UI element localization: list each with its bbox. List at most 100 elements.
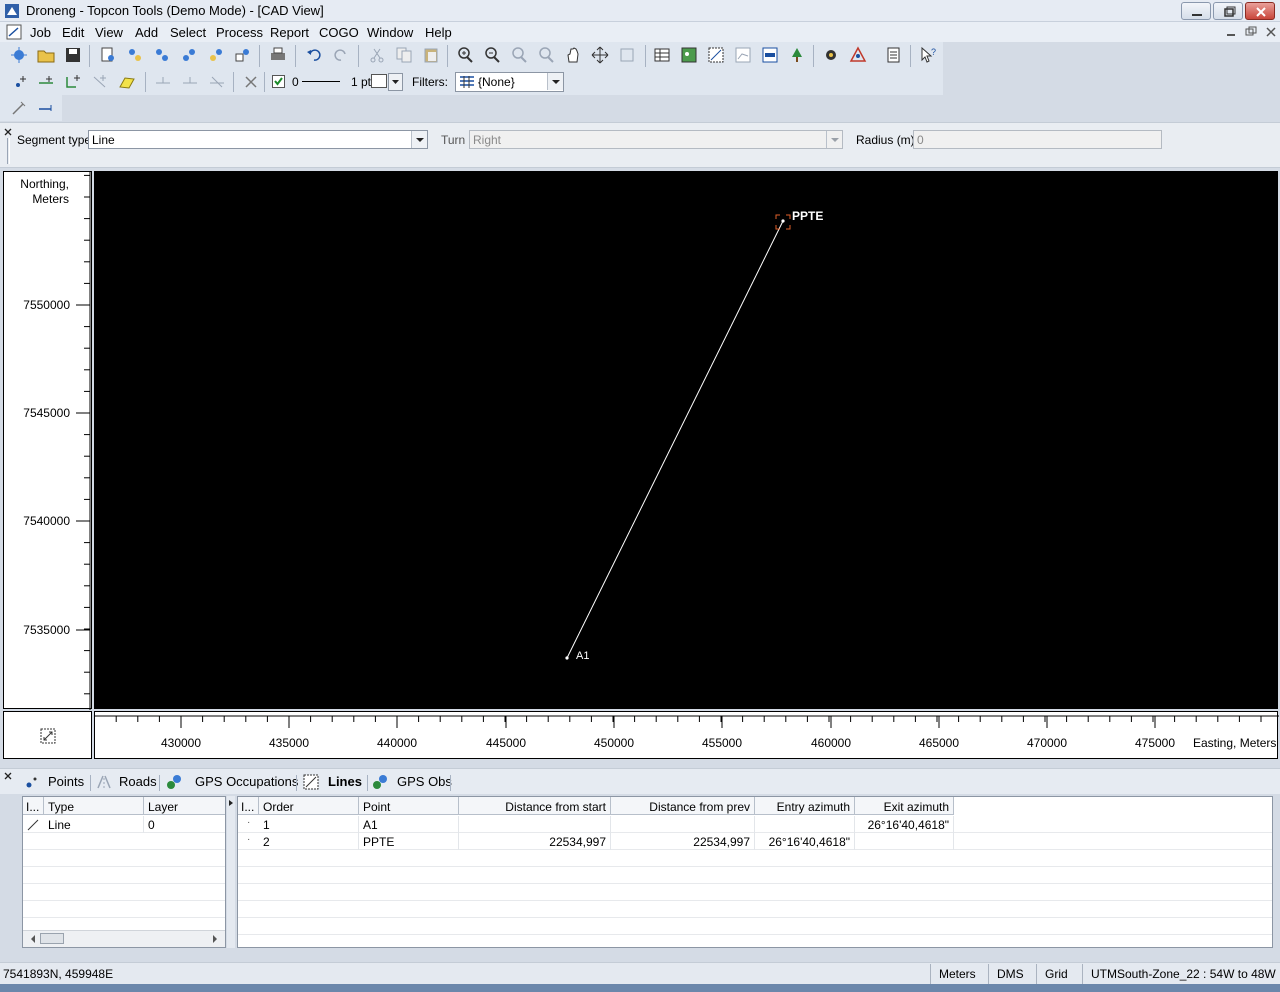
add-line-icon[interactable]: [37, 73, 55, 91]
delete-icon[interactable]: [242, 73, 260, 91]
redo-icon[interactable]: [332, 46, 350, 64]
open-folder-icon[interactable]: [37, 46, 55, 64]
menu-edit[interactable]: Edit: [62, 25, 84, 40]
restore-button[interactable]: [1213, 2, 1243, 20]
line-width-dropdown[interactable]: [388, 73, 403, 91]
paste-icon[interactable]: [422, 46, 440, 64]
menu-job[interactable]: Job: [30, 25, 51, 40]
tab-lines[interactable]: Lines: [303, 773, 365, 793]
mdi-minimize-icon[interactable]: [1223, 25, 1239, 39]
table-row[interactable]: Line 0: [23, 816, 225, 833]
horizontal-scrollbar[interactable]: [23, 930, 225, 947]
scrollbar-thumb[interactable]: [40, 933, 64, 944]
turn-dropdown-arrow[interactable]: [826, 131, 842, 148]
add-point-icon[interactable]: [12, 73, 30, 91]
seg-col-exit-az[interactable]: Exit azimuth: [855, 797, 954, 815]
menu-help[interactable]: Help: [425, 25, 452, 40]
add-polygon-icon[interactable]: [118, 73, 136, 91]
tab-gps-obs[interactable]: GPS Obs: [372, 773, 452, 793]
seg-col-icon[interactable]: I...: [238, 797, 259, 815]
import-tps-icon[interactable]: [153, 46, 171, 64]
line-color-swatch[interactable]: [371, 74, 387, 88]
minimize-button[interactable]: [1181, 2, 1211, 20]
add-polyline-icon[interactable]: [64, 73, 82, 91]
units-indicator[interactable]: Meters: [930, 964, 984, 984]
turn-select[interactable]: Right: [469, 130, 843, 149]
cad-view-icon[interactable]: [707, 46, 725, 64]
tab-gps-occupations[interactable]: GPS Occupations: [166, 773, 298, 793]
radius-input[interactable]: 0: [913, 130, 1162, 149]
tab-points[interactable]: Points: [24, 773, 90, 793]
segment-type-dropdown-arrow[interactable]: [411, 131, 427, 148]
tabular-view-icon[interactable]: [653, 46, 671, 64]
save-icon[interactable]: [64, 46, 82, 64]
zoom-out-icon[interactable]: [483, 46, 501, 64]
occupation-view-icon[interactable]: [734, 46, 752, 64]
cut-icon[interactable]: [368, 46, 386, 64]
close-pane-icon[interactable]: [3, 771, 13, 781]
zoom-extents-corner-icon[interactable]: [40, 728, 56, 744]
zoom-all-icon[interactable]: [618, 46, 636, 64]
filter-dropdown-arrow[interactable]: [547, 73, 563, 90]
tab-roads[interactable]: Roads: [96, 773, 158, 793]
context-help-icon[interactable]: ?: [919, 46, 937, 64]
splitter[interactable]: [227, 796, 235, 948]
tree-view-icon[interactable]: [788, 46, 806, 64]
edit-line-icon[interactable]: [10, 99, 28, 117]
import-icon[interactable]: [99, 46, 117, 64]
scroll-right-icon[interactable]: [208, 932, 222, 946]
export-gps-icon[interactable]: [207, 46, 225, 64]
pan-hand-icon[interactable]: [564, 46, 582, 64]
segment-line[interactable]: [566, 220, 784, 659]
cad-drawing[interactable]: A1 PPTE: [94, 171, 1278, 709]
join-line-icon[interactable]: [181, 73, 199, 91]
close-button[interactable]: [1245, 2, 1275, 20]
adjust-icon[interactable]: [849, 46, 867, 64]
line-style-sample[interactable]: [302, 81, 340, 82]
menu-process[interactable]: Process: [216, 25, 263, 40]
properties-icon[interactable]: [885, 46, 903, 64]
menu-window[interactable]: Window: [367, 25, 413, 40]
point-ppte-marker[interactable]: [781, 219, 785, 223]
table-row[interactable]: · 2 PPTE 22534,997 22534,997 26°16'40,46…: [238, 833, 1272, 850]
menu-report[interactable]: Report: [270, 25, 309, 40]
menu-view[interactable]: View: [95, 25, 123, 40]
import-gps-icon[interactable]: [126, 46, 144, 64]
menu-cogo[interactable]: COGO: [319, 25, 359, 40]
filter-select[interactable]: {None}: [455, 72, 564, 92]
angle-format-indicator[interactable]: DMS: [988, 964, 1032, 984]
close-panel-icon[interactable]: [3, 127, 13, 137]
export-icon[interactable]: [180, 46, 198, 64]
print-icon[interactable]: [269, 46, 287, 64]
zone-indicator[interactable]: UTMSouth-Zone_22 : 54W to 48W: [1082, 964, 1280, 984]
split-line-icon[interactable]: [154, 73, 172, 91]
seg-col-dist-start[interactable]: Distance from start: [459, 797, 611, 815]
add-area-icon[interactable]: [91, 73, 109, 91]
zoom-window-icon[interactable]: [537, 46, 555, 64]
mdi-restore-icon[interactable]: [1243, 25, 1259, 39]
menu-add[interactable]: Add: [135, 25, 158, 40]
zoom-previous-icon[interactable]: [510, 46, 528, 64]
map-view-icon[interactable]: [680, 46, 698, 64]
undo-icon[interactable]: [305, 46, 323, 64]
mdi-close-icon[interactable]: [1263, 25, 1279, 39]
edit-segment-icon[interactable]: [37, 99, 55, 117]
zoom-extents-icon[interactable]: [591, 46, 609, 64]
coord-type-indicator[interactable]: Grid: [1036, 964, 1076, 984]
visibility-checkbox[interactable]: [272, 75, 285, 88]
point-a1-marker[interactable]: [565, 656, 569, 660]
line-width-value[interactable]: 1 pt: [351, 75, 371, 89]
process-icon[interactable]: [822, 46, 840, 64]
new-job-icon[interactable]: [10, 46, 28, 64]
lines-col-type[interactable]: Type: [44, 797, 144, 815]
seg-col-point[interactable]: Point: [359, 797, 459, 815]
seg-col-dist-prev[interactable]: Distance from prev: [611, 797, 755, 815]
zoom-in-icon[interactable]: [456, 46, 474, 64]
lines-col-icon[interactable]: I...: [23, 797, 44, 815]
segment-type-select[interactable]: Line: [88, 130, 428, 149]
layer-value[interactable]: 0: [292, 75, 299, 89]
menu-select[interactable]: Select: [170, 25, 206, 40]
cad-canvas[interactable]: A1 PPTE: [94, 171, 1278, 709]
scroll-left-icon[interactable]: [26, 932, 40, 946]
lines-col-layer[interactable]: Layer: [144, 797, 225, 815]
